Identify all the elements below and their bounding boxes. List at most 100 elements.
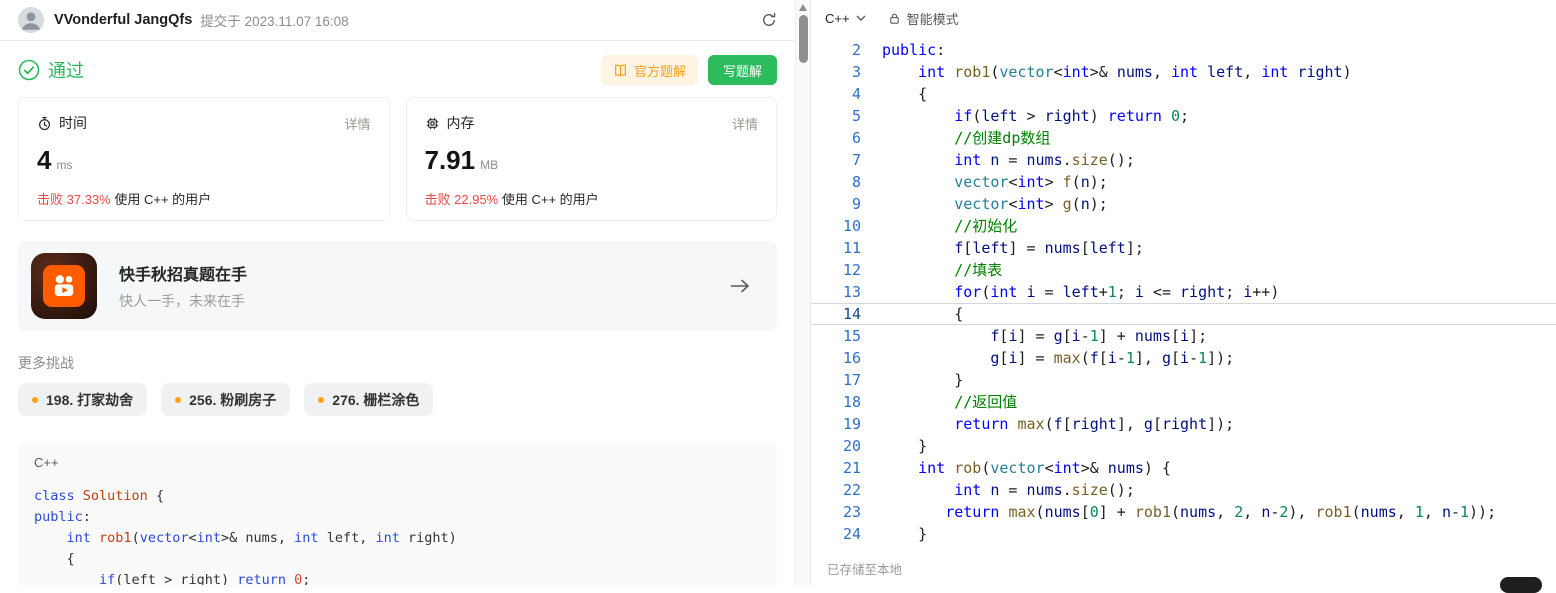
promo-banner[interactable]: 快手秋招真题在手 快人一手，未来在手 <box>18 241 777 331</box>
left-scrollbar[interactable] <box>795 0 810 585</box>
line-number: 2 <box>851 41 861 59</box>
editor-lines[interactable]: 2 public: 3 int rob1(vector<int>& nums, in… <box>811 36 1556 551</box>
editor-line[interactable]: 13 for(int i = left+1; i <= right; i++) <box>811 281 1556 303</box>
banner-title: 快手秋招真题在手 <box>119 267 248 284</box>
refresh-button[interactable] <box>761 12 777 28</box>
code-text: int n = nums.size(); <box>954 151 1135 169</box>
editor-line[interactable]: 22 int n = nums.size(); <box>811 479 1556 501</box>
submission-panel: VVonderful JangQfs 提交于 2023.11.07 16:08 … <box>0 0 795 585</box>
code-text: g[i] = max(f[i-1], g[i-1]); <box>990 349 1235 367</box>
runtime-unit: ms <box>56 158 73 172</box>
code-text: vector<int> g(n); <box>954 195 1108 213</box>
line-number: 15 <box>842 327 861 345</box>
line-number: 24 <box>842 525 861 543</box>
action-buttons: 官方题解 写题解 <box>600 55 777 85</box>
line-number: 23 <box>842 503 861 521</box>
scroll-up-arrow-icon[interactable] <box>799 4 807 11</box>
book-icon <box>614 64 626 77</box>
code-text: for(int i = left+1; i <= right; i++) <box>954 283 1280 301</box>
line-number: 14 <box>842 305 861 323</box>
editor-line[interactable]: 6 //创建dp数组 <box>811 127 1556 149</box>
video-camera-icon <box>54 275 74 296</box>
code-text: f[i] = g[i-1] + nums[i]; <box>990 327 1208 345</box>
editor-line[interactable]: 20 } <box>811 435 1556 457</box>
code-language-label: C++ <box>34 455 59 470</box>
beats-label: 击败 <box>424 192 451 207</box>
editor-line[interactable]: 24 } <box>811 523 1556 545</box>
line-number: 17 <box>842 371 861 389</box>
code-line: { <box>34 551 75 567</box>
official-solution-button[interactable]: 官方题解 <box>600 55 698 85</box>
code-editor-panel: C++ 智能模式 2 public: 3 int rob1(vector<int>&… <box>810 0 1556 593</box>
runtime-label: 时间 <box>59 115 87 131</box>
code-text: return max(nums[0] + rob1(nums, 2, n-2),… <box>945 503 1497 521</box>
smart-mode-label: 智能模式 <box>906 11 959 27</box>
code-text: int rob(vector<int>& nums) { <box>918 459 1171 477</box>
beats-suffix: 使用 C++ 的用户 <box>114 192 212 207</box>
person-icon <box>21 12 41 30</box>
code-line: class Solution { <box>34 488 165 504</box>
runtime-beats: 击败 37.33% 使用 C++ 的用户 <box>37 189 371 208</box>
saved-status: 已存储至本地 <box>827 562 903 577</box>
challenge-tag-256[interactable]: 256. 粉刷房子 <box>161 383 291 416</box>
code-text: { <box>882 85 928 103</box>
code-text: } <box>882 437 928 455</box>
editor-line[interactable]: 23 return max(nums[0] + rob1(nums, 2, n-… <box>811 501 1556 523</box>
write-solution-button[interactable]: 写题解 <box>707 55 777 85</box>
runtime-details-link[interactable]: 详情 <box>344 114 370 133</box>
avatar <box>18 7 44 33</box>
editor-line[interactable]: 8 vector<int> f(n); <box>811 171 1556 193</box>
editor-line[interactable]: 18 //返回值 <box>811 391 1556 413</box>
memory-beats: 击败 22.95% 使用 C++ 的用户 <box>425 189 759 208</box>
line-number: 20 <box>842 437 861 455</box>
floating-widget[interactable] <box>1500 577 1542 593</box>
submission-time: 提交于 2023.11.07 16:08 <box>200 14 349 29</box>
line-number: 10 <box>842 217 861 235</box>
line-number: 5 <box>851 107 861 125</box>
challenge-tag-198[interactable]: 198. 打家劫舍 <box>18 383 148 416</box>
beats-label: 击败 <box>37 192 64 207</box>
code-text: int n = nums.size(); <box>954 481 1135 499</box>
line-number: 4 <box>851 85 861 103</box>
username[interactable]: VVonderful JangQfs <box>54 12 192 28</box>
editor-line[interactable]: 14 { <box>811 303 1556 325</box>
editor-line[interactable]: 17 } <box>811 369 1556 391</box>
code-line: int rob1(vector<int>& nums, int left, in… <box>66 530 457 546</box>
arrow-right-icon[interactable] <box>729 278 751 294</box>
editor-line[interactable]: 21 int rob(vector<int>& nums) { <box>811 457 1556 479</box>
editor-line[interactable]: 15 f[i] = g[i-1] + nums[i]; <box>811 325 1556 347</box>
memory-unit: MB <box>480 158 499 172</box>
challenge-tag-276[interactable]: 276. 栅栏涂色 <box>304 383 434 416</box>
line-number: 6 <box>851 129 861 147</box>
editor-line[interactable]: 11 f[left] = nums[left]; <box>811 237 1556 259</box>
editor-line[interactable]: 5 if(left > right) return 0; <box>811 105 1556 127</box>
kuaishou-logo <box>31 253 97 319</box>
editor-line[interactable]: 9 vector<int> g(n); <box>811 193 1556 215</box>
line-number: 18 <box>842 393 861 411</box>
line-number: 3 <box>851 63 861 81</box>
memory-details-link[interactable]: 详情 <box>732 114 758 133</box>
code-line: if(left > right) return 0; <box>99 572 311 585</box>
memory-card: 内存 详情 7.91 MB 击败 22.95% 使用 C++ 的用户 <box>405 97 777 221</box>
banner-subtitle: 快人一手，未来在手 <box>119 293 245 309</box>
chip-icon <box>426 117 438 129</box>
smart-mode-toggle[interactable]: 智能模式 <box>888 9 959 28</box>
editor-line[interactable]: 7 int n = nums.size(); <box>811 149 1556 171</box>
editor-line[interactable]: 16 g[i] = max(f[i-1], g[i-1]); <box>811 347 1556 369</box>
code-text: public: <box>882 41 946 59</box>
editor-line[interactable]: 2 public: <box>811 39 1556 61</box>
editor-line[interactable]: 10 //初始化 <box>811 215 1556 237</box>
language-selector[interactable]: C++ <box>825 11 866 26</box>
beats-suffix: 使用 C++ 的用户 <box>501 192 599 207</box>
beats-percent: 22.95% <box>454 192 499 207</box>
code-line: public: <box>34 509 91 525</box>
editor-line[interactable]: 12 //填表 <box>811 259 1556 281</box>
editor-line[interactable]: 4 { <box>811 83 1556 105</box>
code-text: int rob1(vector<int>& nums, int left, in… <box>918 63 1352 81</box>
editor-line[interactable]: 3 int rob1(vector<int>& nums, int left, … <box>811 61 1556 83</box>
chevron-down-icon <box>856 15 866 21</box>
editor-line[interactable]: 19 return max(f[right], g[right]); <box>811 413 1556 435</box>
official-solution-label: 官方题解 <box>633 63 686 79</box>
scrollbar-thumb[interactable] <box>799 15 808 63</box>
dot-icon <box>175 396 182 403</box>
